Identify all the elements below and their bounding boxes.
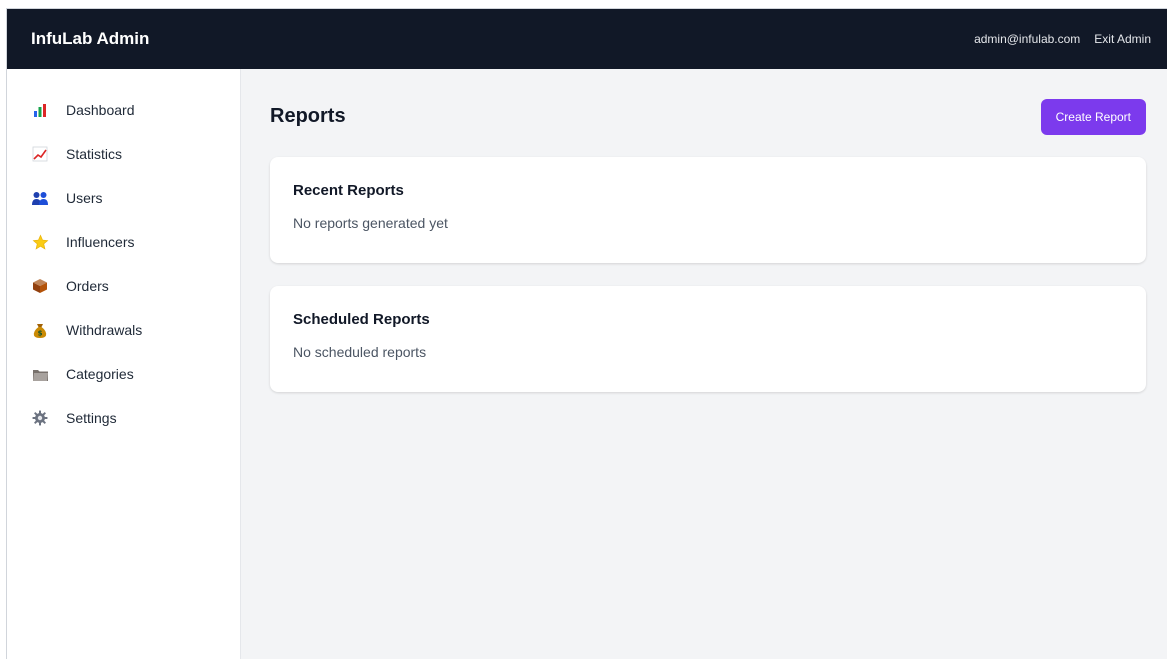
- scheduled-reports-card: Scheduled Reports No scheduled reports: [270, 286, 1146, 392]
- sidebar: Dashboard Statistics Users Influencers O…: [7, 69, 241, 659]
- gear-icon: [31, 409, 49, 427]
- sidebar-item-label: Users: [66, 190, 103, 206]
- star-icon: [31, 233, 49, 251]
- folder-icon: [31, 365, 49, 383]
- sidebar-item-withdrawals[interactable]: $ Withdrawals: [7, 308, 240, 352]
- sidebar-item-label: Influencers: [66, 234, 135, 250]
- create-report-button[interactable]: Create Report: [1040, 98, 1146, 135]
- sidebar-item-label: Withdrawals: [66, 322, 143, 338]
- sidebar-item-label: Settings: [66, 410, 117, 426]
- sidebar-item-categories[interactable]: Categories: [7, 352, 240, 396]
- card-title: Scheduled Reports: [293, 311, 430, 328]
- app-title: InfuLab Admin: [31, 29, 150, 48]
- user-area: admin@infulab.com Exit Admin: [974, 32, 1151, 46]
- sidebar-item-users[interactable]: Users: [7, 176, 240, 220]
- svg-text:$: $: [38, 329, 43, 337]
- recent-reports-card: Recent Reports No reports generated yet: [270, 157, 1146, 263]
- users-icon: [31, 189, 49, 207]
- sidebar-item-label: Dashboard: [66, 102, 135, 118]
- exit-admin-link[interactable]: Exit Admin: [1094, 32, 1151, 46]
- page-header: Reports Create Report: [270, 98, 1146, 135]
- bar-chart-icon: [31, 101, 49, 119]
- page-title: Reports: [270, 105, 346, 127]
- sidebar-item-influencers[interactable]: Influencers: [7, 220, 240, 264]
- sidebar-item-label: Categories: [66, 366, 134, 382]
- main-content: Reports Create Report Recent Reports No …: [241, 69, 1167, 659]
- app-window: InfuLab Admin admin@infulab.com Exit Adm…: [6, 8, 1167, 659]
- sidebar-item-statistics[interactable]: Statistics: [7, 132, 240, 176]
- money-bag-icon: $: [31, 321, 49, 339]
- package-icon: [31, 277, 49, 295]
- sidebar-item-orders[interactable]: Orders: [7, 264, 240, 308]
- sidebar-item-dashboard[interactable]: Dashboard: [7, 88, 240, 132]
- empty-state-text: No scheduled reports: [293, 344, 427, 360]
- user-email: admin@infulab.com: [974, 32, 1081, 46]
- trend-chart-icon: [31, 145, 49, 163]
- sidebar-item-label: Orders: [66, 278, 109, 294]
- card-title: Recent Reports: [293, 182, 404, 199]
- top-bar: InfuLab Admin admin@infulab.com Exit Adm…: [7, 9, 1167, 69]
- sidebar-item-label: Statistics: [66, 146, 123, 162]
- empty-state-text: No reports generated yet: [293, 215, 448, 231]
- sidebar-item-settings[interactable]: Settings: [7, 396, 240, 440]
